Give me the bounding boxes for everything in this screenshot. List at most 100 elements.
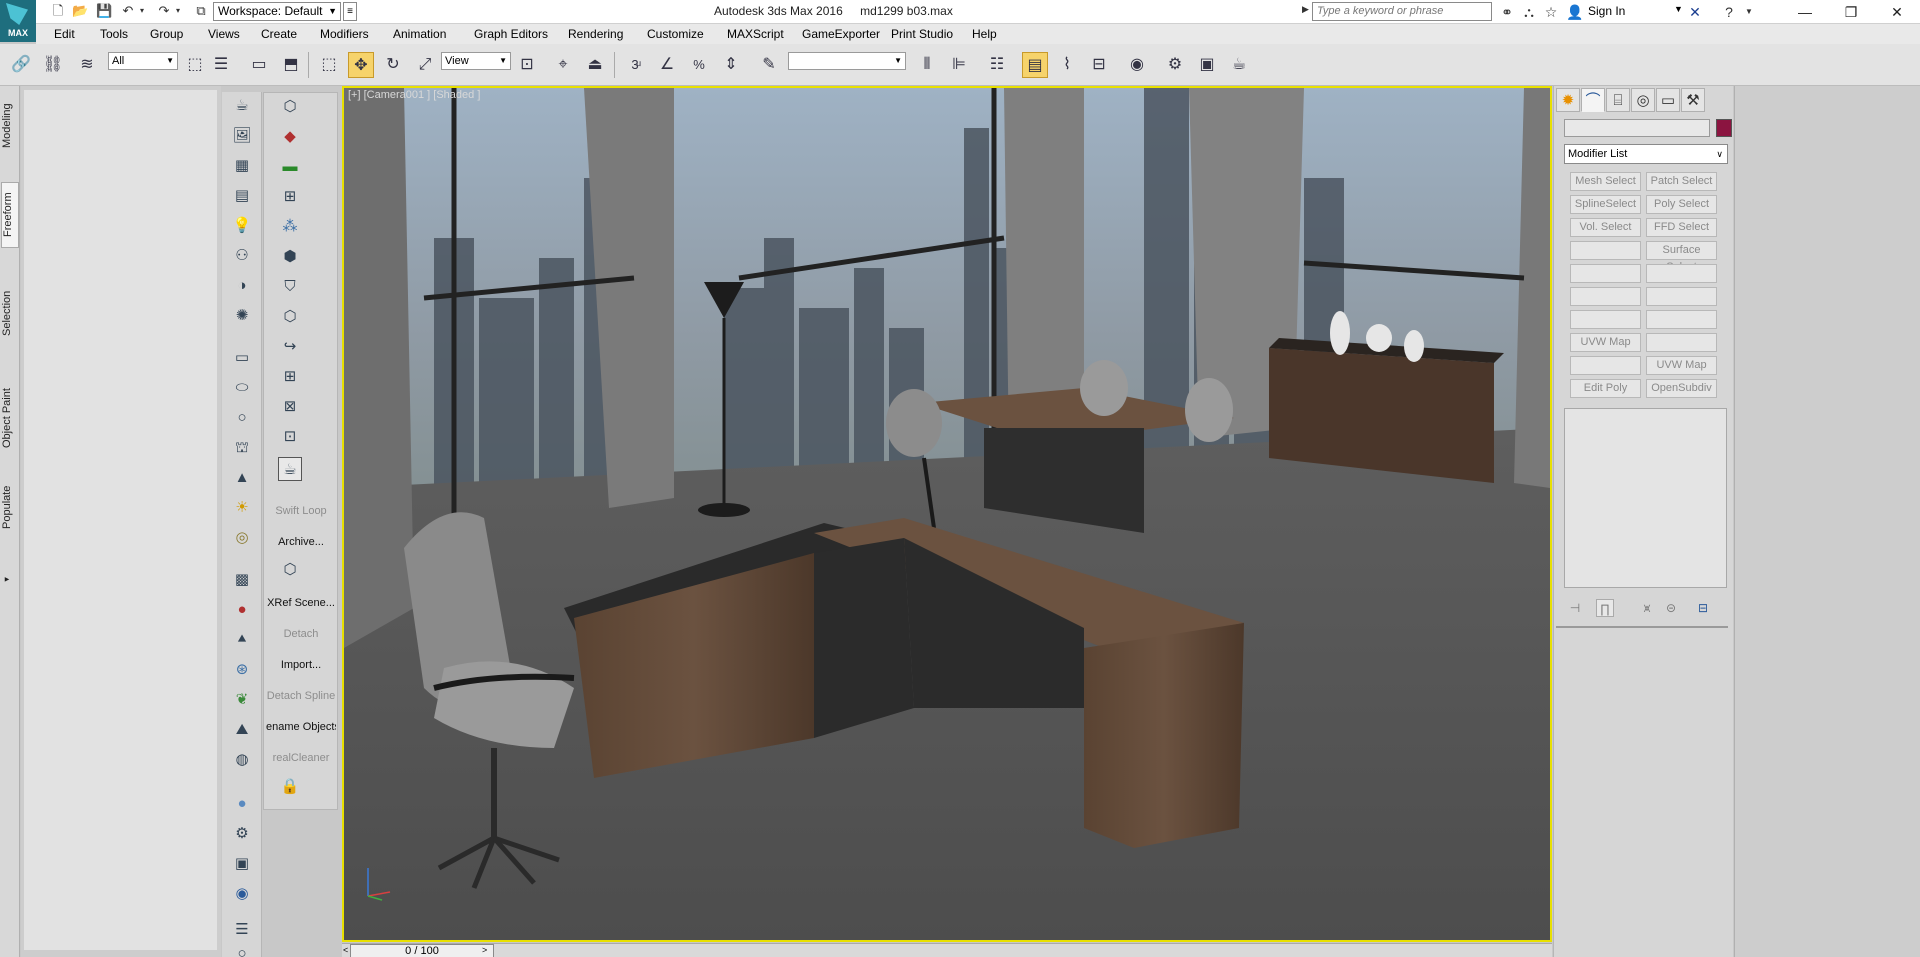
layer-explorer-icon[interactable]: ▤	[1022, 52, 1048, 78]
help-dropdown-icon[interactable]: ▼	[1740, 3, 1758, 21]
modifier-slot-button[interactable]	[1646, 264, 1717, 283]
redo-dropdown-icon[interactable]: ▾	[170, 3, 186, 19]
material-editor-icon[interactable]: ◉	[1124, 52, 1150, 78]
landscape-icon[interactable]: ⛰	[230, 718, 254, 742]
poly-select-button[interactable]: Poly Select	[1646, 195, 1717, 214]
edit-named-selection-icon[interactable]: ✎	[756, 52, 782, 78]
select-and-link-icon[interactable]: 🔗	[8, 52, 34, 78]
select-by-name-icon[interactable]: ☰	[208, 52, 234, 78]
list-view-icon[interactable]: ☰	[230, 918, 254, 942]
time-slider[interactable]: 0 / 100	[350, 944, 494, 957]
vol-select-button[interactable]: Vol. Select	[1570, 218, 1641, 237]
menu-views[interactable]: Views	[208, 27, 240, 41]
user-icon[interactable]: 👤	[1566, 3, 1584, 21]
select-and-move-icon[interactable]: ⬚	[316, 52, 342, 78]
modifier-slot-button[interactable]	[1570, 264, 1641, 283]
disc-icon[interactable]: ◎	[230, 526, 254, 550]
rectangular-selection-icon[interactable]: ▭	[246, 52, 272, 78]
pivot-center-icon[interactable]: ⊡	[514, 52, 540, 78]
select-and-move-active-icon[interactable]: ✥	[348, 52, 374, 78]
globe-icon[interactable]: ⊛	[230, 658, 254, 682]
menu-create[interactable]: Create	[261, 27, 297, 41]
select-object-icon[interactable]: ⬚	[182, 52, 208, 78]
project-folder-icon[interactable]: ⧉	[193, 3, 209, 19]
archive-button[interactable]: Archive...	[266, 536, 336, 548]
menu-rendering[interactable]: Rendering	[568, 27, 623, 41]
menu-edit[interactable]: Edit	[54, 27, 75, 41]
keyboard-shortcut-override-icon[interactable]: ⏏	[582, 52, 608, 78]
spinner-snap-icon[interactable]: ⇕	[718, 52, 744, 78]
light-bulb-icon[interactable]: 💡	[230, 214, 254, 238]
spline-select-button[interactable]: SplineSelect	[1570, 195, 1641, 214]
object-name-field[interactable]	[1564, 119, 1710, 137]
new-file-icon[interactable]: 🗋	[50, 3, 66, 19]
swift-loop-button[interactable]: Swift Loop	[266, 505, 336, 517]
snaps-toggle-icon[interactable]: 3ͧ	[622, 52, 648, 78]
tab-motion-icon[interactable]: ◎	[1631, 88, 1655, 112]
teapot-render-icon[interactable]: ☕	[278, 457, 302, 481]
undo-dropdown-icon[interactable]: ▾	[134, 3, 150, 19]
viewport-label[interactable]: [+] [Camera001 ] [Shaded ]	[348, 89, 480, 101]
search-expand-icon[interactable]: ▶	[1302, 4, 1309, 15]
configure-modifier-sets-icon[interactable]: ⊟	[1694, 599, 1712, 617]
show-end-result-icon[interactable]: ∏	[1596, 599, 1614, 617]
import-button[interactable]: Import...	[266, 659, 336, 671]
subscription-center-icon[interactable]: ⛬	[1520, 3, 1538, 21]
exchange-apps-icon[interactable]: ✕	[1686, 3, 1704, 21]
reference-coordinate-dropdown[interactable]: View ▼	[441, 52, 511, 70]
curve-editor-icon[interactable]: ⌇	[1054, 52, 1080, 78]
tab-object-paint[interactable]: Object Paint	[1, 380, 19, 456]
surface-select-button[interactable]: Surface Select	[1646, 241, 1717, 273]
menu-graph-editors[interactable]: Graph Editors	[474, 27, 548, 41]
box-plus-icon[interactable]: ⊞	[278, 365, 302, 389]
menu-customize[interactable]: Customize	[647, 27, 704, 41]
help-icon[interactable]: ?	[1720, 3, 1738, 21]
box-move-icon[interactable]: ⊡	[278, 425, 302, 449]
modifier-stack-list[interactable]	[1564, 408, 1727, 588]
rendered-frame-window-icon[interactable]: ▣	[1194, 52, 1220, 78]
cube-faded-icon[interactable]: ⬡	[278, 558, 302, 582]
camera-viewport[interactable]: [+] [Camera001 ] [Shaded ]	[342, 86, 1552, 942]
workspace-menu-button[interactable]: ≡	[343, 2, 357, 21]
ffd-select-button[interactable]: FFD Select	[1646, 218, 1717, 237]
menu-gameexporter[interactable]: GameExporter	[802, 27, 880, 41]
lock-icon[interactable]: 🔒	[278, 775, 302, 799]
xref-scene-button[interactable]: XRef Scene...	[266, 597, 336, 609]
wood-texture-icon[interactable]: ◍	[230, 748, 254, 772]
menu-help[interactable]: Help	[972, 27, 997, 41]
sign-in-link[interactable]: Sign In	[1588, 4, 1625, 18]
modifier-slot-button[interactable]	[1570, 287, 1641, 306]
uvw-map-button[interactable]: UVW Map	[1570, 333, 1641, 352]
viewport-layout-icon[interactable]: ◉	[230, 882, 254, 906]
ribbon-expand-icon[interactable]: ◂	[1, 572, 19, 586]
save-file-icon[interactable]: 💾	[96, 3, 112, 19]
particle-icon[interactable]: ⁂	[278, 215, 302, 239]
render-production-teapot-icon[interactable]: ☕	[1226, 52, 1252, 78]
tab-display-icon[interactable]: ▭	[1656, 88, 1680, 112]
cone-icon[interactable]: ▲	[230, 466, 254, 490]
unlink-selection-icon[interactable]: ⛓	[40, 52, 66, 78]
render-setup-icon[interactable]: ⚙	[1162, 52, 1188, 78]
blue-sphere-icon[interactable]: ●	[230, 792, 254, 816]
modifier-slot-button[interactable]	[1570, 356, 1641, 375]
modifier-slot-button[interactable]	[1646, 333, 1717, 352]
manipulate-icon[interactable]: ⌖	[550, 52, 576, 78]
search-input[interactable]: Type a keyword or phrase	[1312, 2, 1492, 21]
edit-poly-button[interactable]: Edit Poly	[1570, 379, 1641, 398]
select-and-scale-icon[interactable]: ⤢	[412, 52, 438, 78]
modifier-slot-button[interactable]	[1646, 287, 1717, 306]
box-arrow-icon[interactable]: ⊠	[278, 395, 302, 419]
menu-print-studio[interactable]: Print Studio	[891, 27, 953, 41]
remove-modifier-icon[interactable]: ⊝	[1662, 599, 1680, 617]
opensubdiv-button[interactable]: OpenSubdiv	[1646, 379, 1717, 398]
spreadsheet-icon[interactable]: ▤	[230, 184, 254, 208]
circle-shape-icon[interactable]: ○	[230, 406, 254, 430]
grouping-icon[interactable]: ⚇	[230, 244, 254, 268]
bind-to-space-warp-icon[interactable]: ≋	[74, 52, 100, 78]
tab-utilities-hammer-icon[interactable]: ⚒	[1681, 88, 1705, 112]
tab-hierarchy-icon[interactable]: ⌸	[1606, 88, 1630, 112]
modifier-slot-button[interactable]	[1646, 310, 1717, 329]
menu-modifiers[interactable]: Modifiers	[320, 27, 369, 41]
restore-icon[interactable]: ❐	[1828, 0, 1874, 24]
menu-tools[interactable]: Tools	[100, 27, 128, 41]
